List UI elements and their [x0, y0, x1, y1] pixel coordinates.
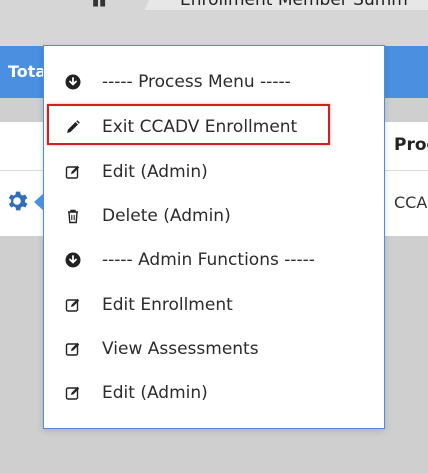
edit-icon: [64, 163, 82, 181]
gear-icon: [8, 191, 28, 211]
grid-icon: ▮▮: [92, 0, 107, 9]
menu-item-label: Edit Enrollment: [102, 295, 233, 315]
menu-item-label: Delete (Admin): [102, 206, 231, 226]
column-header-process: Proc: [394, 135, 428, 155]
menu-item-edit-enrollment[interactable]: Edit Enrollment: [64, 290, 374, 320]
menu-item-label: ----- Process Menu -----: [102, 72, 291, 92]
menu-item-label: ----- Admin Functions -----: [102, 250, 315, 270]
header-label: Tota: [8, 62, 47, 81]
edit-icon: [64, 384, 82, 402]
menu-item-edit-admin-2[interactable]: Edit (Admin): [64, 378, 374, 408]
menu-item-exit-ccadv-enrollment[interactable]: Exit CCADV Enrollment: [64, 112, 374, 142]
menu-item-view-assessments[interactable]: View Assessments: [64, 334, 374, 364]
menu-item-admin-functions-header[interactable]: ----- Admin Functions -----: [64, 245, 374, 275]
menu-item-label: Edit (Admin): [102, 383, 208, 403]
menu-item-process-menu-header[interactable]: ----- Process Menu -----: [64, 67, 374, 97]
menu-caret: [34, 193, 44, 211]
arrow-circle-down-icon: [64, 251, 82, 269]
breadcrumb: ▮▮ Enrollment Member Summ: [0, 0, 428, 46]
table-cell-process: CCA: [394, 193, 428, 212]
menu-item-label: View Assessments: [102, 339, 259, 359]
menu-item-edit-admin[interactable]: Edit (Admin): [64, 157, 374, 187]
menu-item-label: Exit CCADV Enrollment: [102, 117, 298, 137]
pencil-icon: [64, 118, 82, 136]
edit-icon: [64, 340, 82, 358]
row-actions-gear-button[interactable]: [4, 188, 30, 214]
menu-item-label: Edit (Admin): [102, 162, 208, 182]
actions-dropdown-menu: ----- Process Menu ----- Exit CCADV Enro…: [43, 45, 385, 429]
trash-icon: [64, 207, 82, 225]
arrow-circle-down-icon: [64, 73, 82, 91]
breadcrumb-label[interactable]: Enrollment Member Summ: [180, 0, 408, 10]
edit-icon: [64, 296, 82, 314]
menu-item-delete-admin[interactable]: Delete (Admin): [64, 201, 374, 231]
